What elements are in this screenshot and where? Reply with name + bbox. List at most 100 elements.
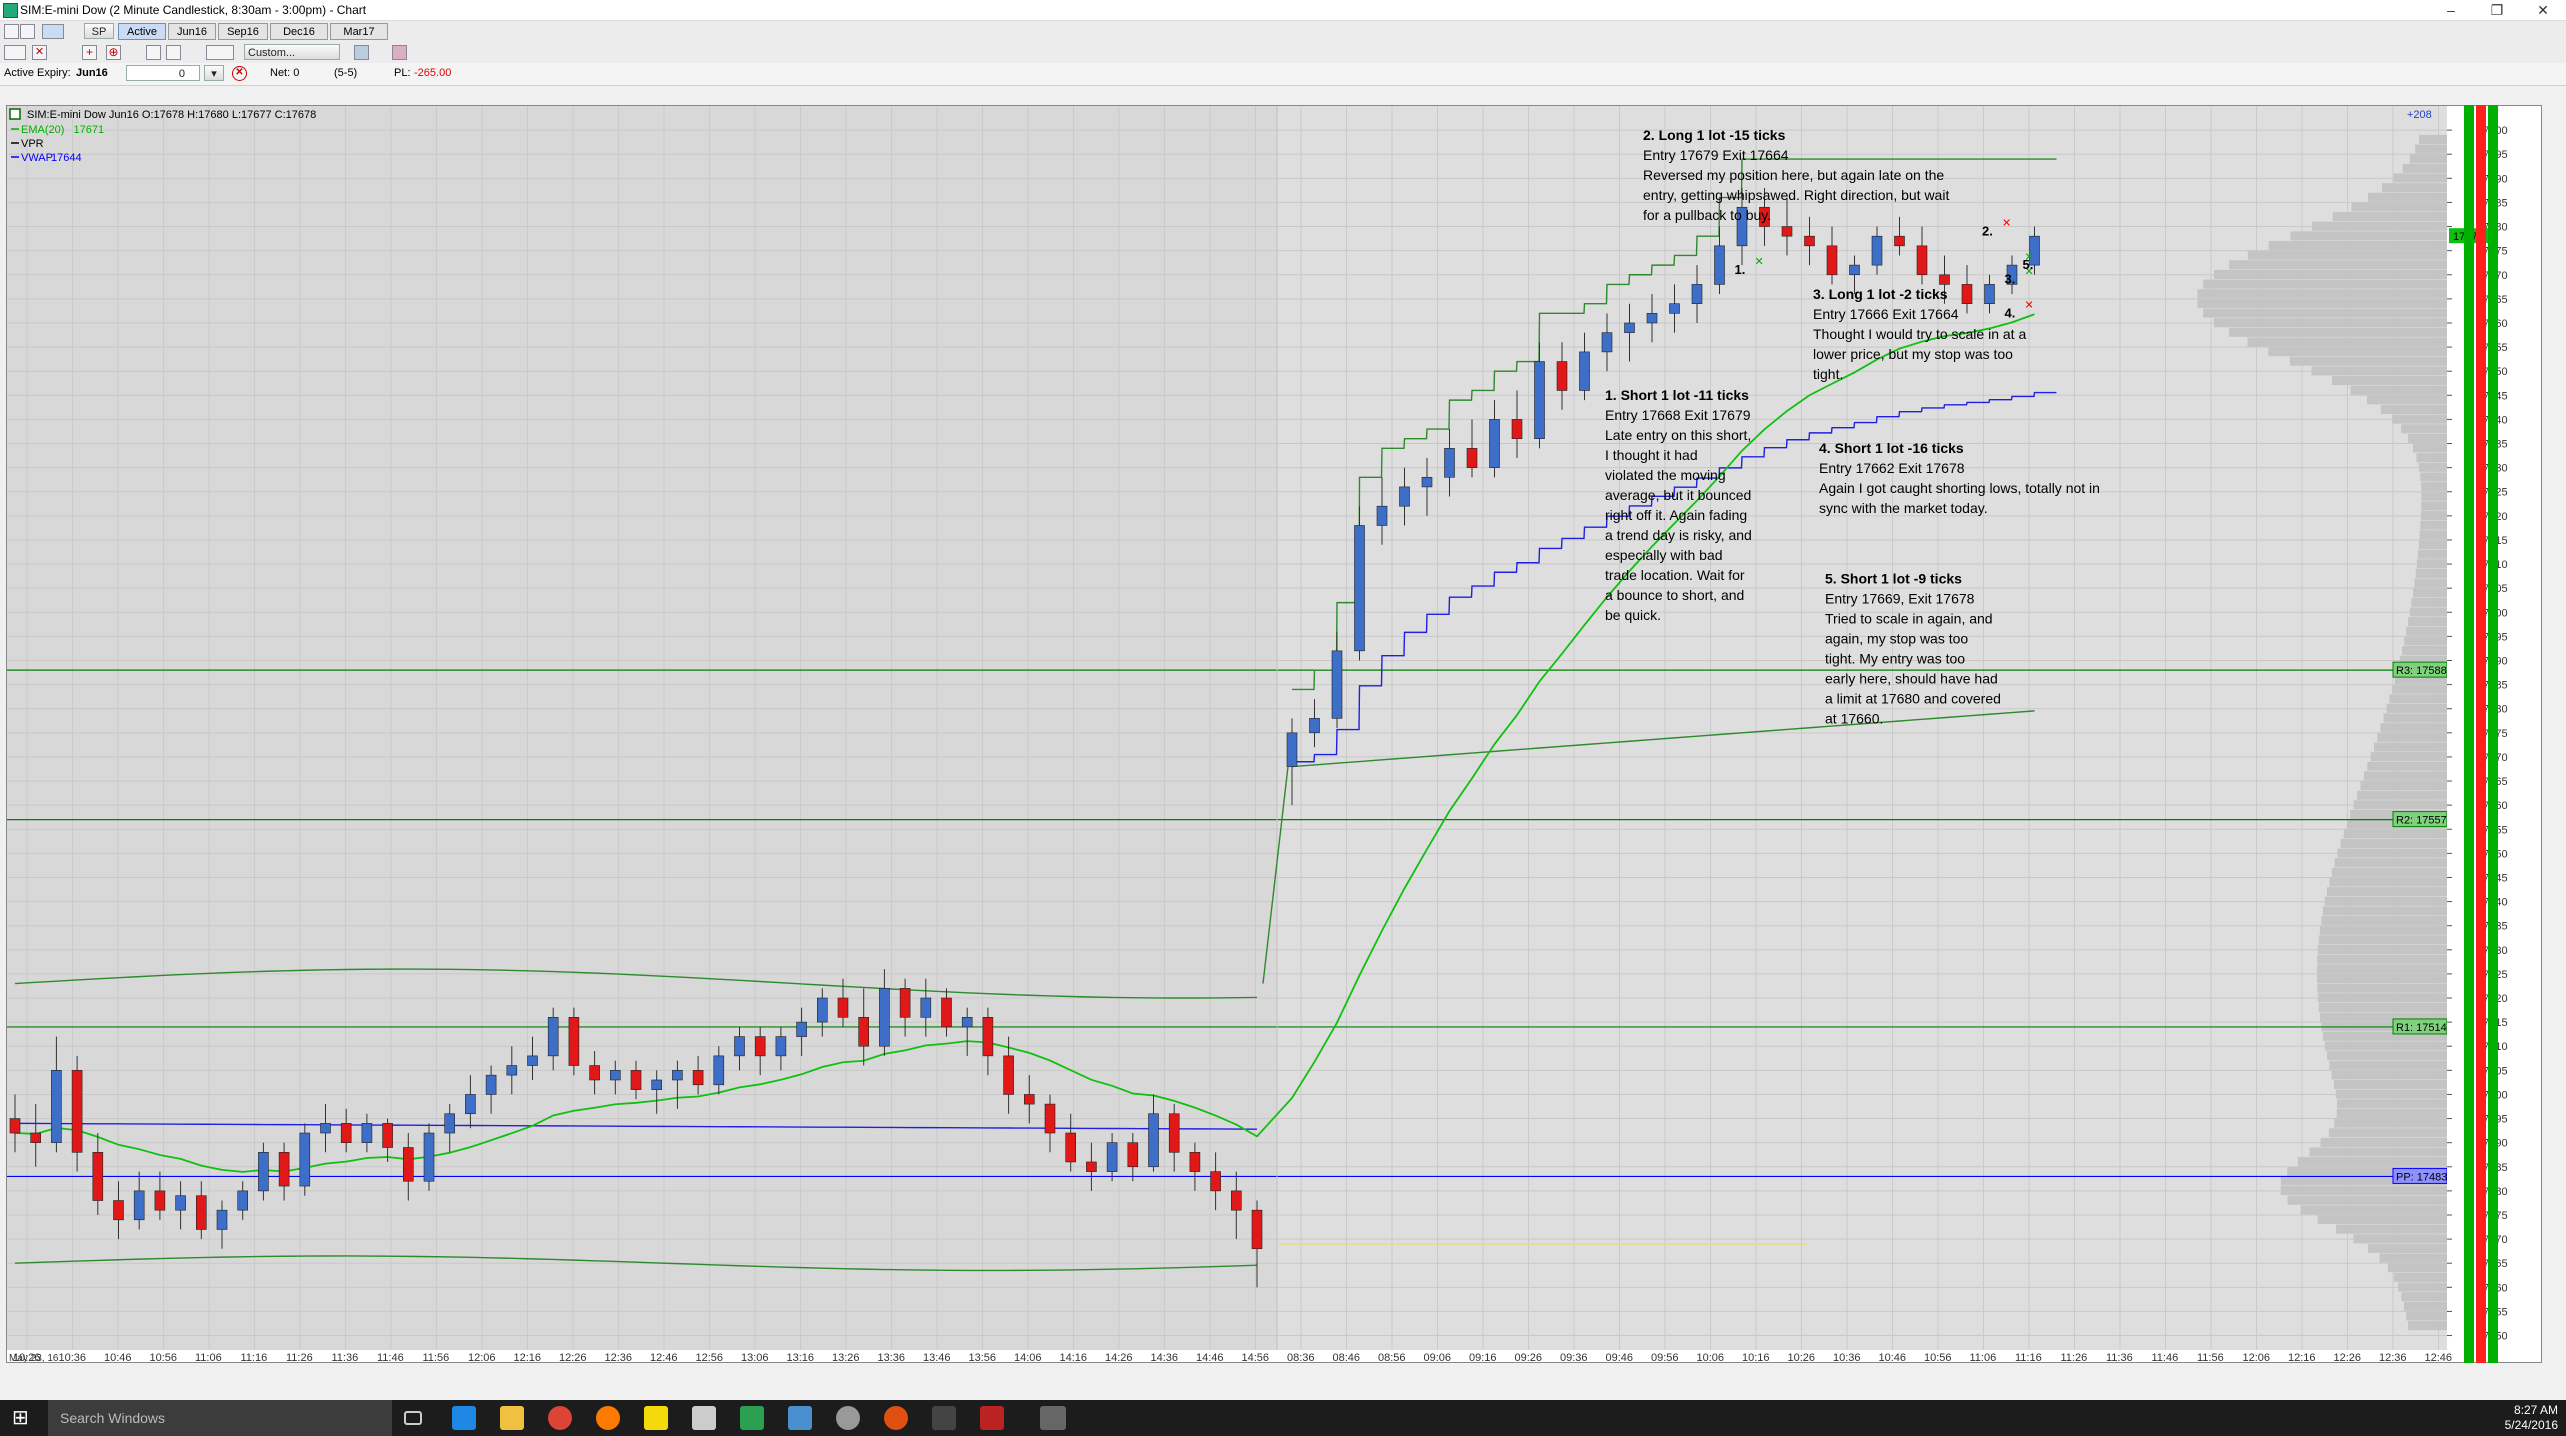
candle-body [1421, 476, 1433, 488]
app-icon-blue[interactable] [788, 1406, 812, 1430]
volume-profile-bar [2367, 395, 2447, 405]
symbol-select[interactable]: SP [84, 23, 114, 39]
app-icon-orange[interactable] [884, 1406, 908, 1430]
chart-window-icon[interactable] [4, 24, 19, 39]
time-tick-label: 10:46 [104, 1352, 132, 1362]
minimize-button[interactable]: – [2428, 0, 2474, 20]
time-tick-label: 11:56 [423, 1352, 450, 1362]
app-icon-yellow[interactable] [644, 1406, 668, 1430]
candle-body [1023, 1094, 1035, 1105]
candle-body [1714, 245, 1725, 285]
candle-body [1894, 235, 1905, 247]
bar-type-icon[interactable] [206, 45, 234, 60]
volume-profile-bar [2320, 1137, 2447, 1147]
app-icon-gray[interactable] [836, 1406, 860, 1430]
target-icon[interactable]: ⊕ [106, 45, 121, 60]
task-view-icon[interactable] [404, 1411, 422, 1425]
time-tick-label: 11:16 [2015, 1352, 2042, 1362]
edge-icon[interactable] [452, 1406, 476, 1430]
time-tick-label: 14:06 [1014, 1352, 1042, 1362]
volume-profile-bar [2421, 491, 2447, 501]
tab-mar17[interactable]: Mar17 [330, 23, 388, 40]
close-button[interactable]: ✕ [2520, 0, 2566, 20]
tab-dec16[interactable]: Dec16 [270, 23, 328, 40]
template-select[interactable]: Custom... [244, 44, 340, 60]
print-icon[interactable] [20, 24, 35, 39]
candle-body [858, 1017, 870, 1047]
trade-note-line: especially with bad [1605, 547, 1723, 563]
ninjatrader-icon[interactable] [740, 1406, 764, 1430]
candle-body [1781, 226, 1793, 237]
delete-icon[interactable]: ✕ [32, 45, 47, 60]
tab-jun16[interactable]: Jun16 [168, 23, 216, 40]
search-input[interactable]: Search Windows [48, 1400, 392, 1436]
link-icon[interactable] [42, 24, 64, 39]
candle-body [1231, 1190, 1242, 1211]
time-tick-label: 11:36 [2106, 1352, 2133, 1362]
time-tick-label: 11:06 [195, 1352, 222, 1362]
properties-icon[interactable] [354, 45, 369, 60]
dom-icon[interactable] [392, 45, 407, 60]
quantity-stepper[interactable]: 0 [126, 65, 200, 81]
app-icon-dark[interactable] [932, 1406, 956, 1430]
firefox-icon[interactable] [596, 1406, 620, 1430]
trade-note-line: sync with the market today. [1819, 500, 1988, 516]
date-label: May 23, 16 [9, 1353, 59, 1362]
trade-note-title: 2. Long 1 lot -15 ticks [1643, 127, 1786, 143]
trade-note-line: violated the moving [1605, 467, 1726, 483]
time-tick-label: 10:56 [1924, 1352, 1952, 1362]
time-tick-label: 10:46 [1879, 1352, 1907, 1362]
indicator-icon[interactable] [166, 45, 181, 60]
explorer-icon[interactable] [500, 1406, 524, 1430]
candle-body [92, 1152, 104, 1201]
tab-sep16[interactable]: Sep16 [218, 23, 268, 40]
candle-body [899, 988, 911, 1018]
legend-label: VPR [21, 138, 44, 150]
volume-profile-bar [2329, 1060, 2447, 1070]
tab-active[interactable]: Active [118, 23, 166, 40]
volume-profile-bar [2337, 1099, 2447, 1109]
trade-execution-icon: ✕ [1755, 255, 1764, 268]
trade-note-line: be quick. [1605, 607, 1661, 623]
volume-profile-bar [2407, 433, 2447, 443]
volume-profile-bar [2421, 501, 2447, 511]
candle-body [1849, 264, 1860, 276]
flatten-icon[interactable]: ✕ [232, 66, 247, 81]
candle-body [1624, 322, 1635, 333]
trade-note-line: a trend day is risky, and [1605, 527, 1752, 543]
chart-panel[interactable]: R3: 17588 R2: 17557 R1: 17514 PP: 17483 1. ✕ 2… [6, 105, 2542, 1363]
time-tick-label: 14:16 [1060, 1352, 1088, 1362]
volume-profile-bar [2336, 1108, 2447, 1118]
volume-profile-bar [2393, 173, 2447, 183]
time-tick-label: 08:46 [1333, 1352, 1361, 1362]
volume-profile-bar [2415, 144, 2447, 154]
candle-body [30, 1132, 42, 1143]
candle-body [1086, 1161, 1097, 1172]
crosshair-icon[interactable]: + [82, 45, 97, 60]
trade-note-line: Entry 17679 Exit 17664 [1643, 147, 1789, 163]
volume-profile-bar [2382, 183, 2447, 193]
maximize-button[interactable]: ❐ [2474, 0, 2520, 20]
candle-body [423, 1132, 435, 1182]
calculator-icon[interactable] [692, 1406, 716, 1430]
time-tick-label: 10:56 [150, 1352, 178, 1362]
candlestick-chart[interactable]: R3: 17588 R2: 17557 R1: 17514 PP: 17483 1. ✕ 2… [7, 106, 2541, 1362]
app-icon-red[interactable] [980, 1406, 1004, 1430]
app-icon-active[interactable] [1040, 1406, 1066, 1430]
start-icon[interactable]: ⊞ [12, 1407, 34, 1429]
candle-body [1691, 284, 1703, 304]
trade-note-line: tight. [1813, 366, 1843, 382]
candle-body [1939, 274, 1950, 285]
grid-icon[interactable] [146, 45, 161, 60]
trade-execution-icon: ✕ [2025, 250, 2034, 263]
chrome-icon[interactable] [548, 1406, 572, 1430]
time-tick-label: 11:26 [2061, 1352, 2088, 1362]
volume-profile-bar [2368, 192, 2447, 202]
quantity-dropdown[interactable]: ▾ [204, 65, 224, 81]
cursor-icon[interactable] [4, 45, 26, 60]
volume-profile-bar [2417, 549, 2447, 559]
volume-profile-bar [2380, 404, 2447, 414]
time-tick-label: 13:46 [923, 1352, 951, 1362]
volume-profile-bar [2408, 1321, 2447, 1331]
candle-body [1466, 448, 1478, 468]
